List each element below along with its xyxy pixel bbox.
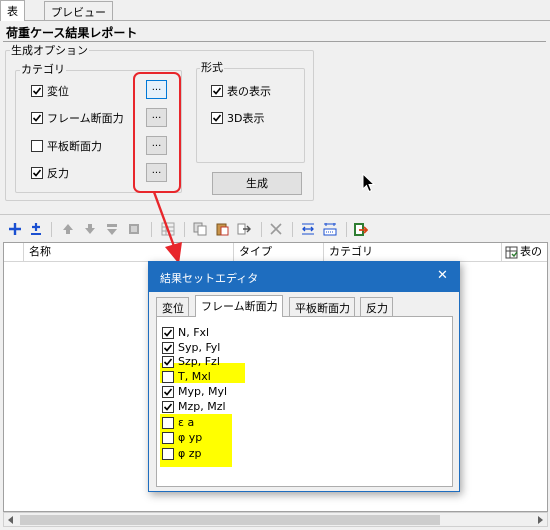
item-syp-fyl-checkbox[interactable]: Syp, Fyl [162, 341, 220, 354]
row-header-cell [4, 243, 24, 262]
column-header-name[interactable]: 名称 [24, 243, 234, 262]
toolbar-separator [346, 222, 347, 237]
category-frame-force-checkbox[interactable]: フレーム断面力 [31, 110, 124, 126]
section-divider [0, 214, 550, 215]
close-icon[interactable]: ✕ [437, 268, 448, 283]
row-header-column [4, 262, 24, 511]
checkbox-box [31, 140, 43, 152]
checkbox-box [162, 326, 174, 339]
checkbox-label: φ zp [178, 447, 202, 460]
format-table-checkbox[interactable]: 表の表示 [211, 83, 271, 99]
format-legend: 形式 [200, 59, 224, 75]
checkbox-box [31, 85, 43, 97]
checkbox-box [162, 416, 174, 429]
annotation-arrow [152, 191, 182, 264]
dialog-title: 結果セットエディタ [160, 272, 259, 285]
item-n-fxl-checkbox[interactable]: N, Fxl [162, 326, 209, 339]
tab-preview[interactable]: プレビュー [44, 1, 113, 20]
tab-table[interactable]: 表 [0, 0, 25, 21]
toolbar-separator [51, 222, 52, 237]
item-t-mxl-checkbox[interactable]: T, Mxl [162, 370, 211, 383]
dialog-title-bar: 結果セットエディタ ✕ [149, 262, 459, 292]
annotation-highlight-box [133, 72, 181, 193]
insert-icon[interactable] [28, 221, 44, 237]
numbering-icon[interactable] [322, 221, 338, 237]
fit-width-icon[interactable] [300, 221, 316, 237]
toolbar-separator [261, 222, 262, 237]
scroll-right-icon[interactable] [536, 516, 544, 524]
checkbox-box [31, 112, 43, 124]
add-icon[interactable] [7, 221, 23, 237]
item-epsilon-a-checkbox[interactable]: ε a [162, 416, 194, 429]
scrollbar-thumb[interactable] [20, 515, 440, 525]
checkbox-box [162, 385, 174, 398]
column-header-table-display[interactable]: 表の [502, 243, 547, 262]
paste-icon[interactable] [214, 221, 230, 237]
checkbox-label: Szp, Fzl [178, 355, 220, 368]
checkbox-label: 3D表示 [227, 112, 265, 125]
checkbox-box [162, 355, 174, 368]
copy-icon[interactable] [192, 221, 208, 237]
tab-divider [0, 20, 550, 21]
checkbox-box [162, 370, 174, 383]
checkbox-label: ε a [178, 416, 195, 429]
result-set-editor-dialog: 結果セットエディタ ✕ 変位 フレーム断面力 平板断面力 反力 N, Fxl S… [148, 261, 460, 492]
checkbox-box [162, 400, 174, 413]
dialog-tab-plate-force[interactable]: 平板断面力 [289, 297, 355, 316]
category-plate-force-checkbox[interactable]: 平板断面力 [31, 138, 102, 154]
checkbox-label: T, Mxl [178, 370, 211, 383]
checkbox-box [211, 85, 223, 97]
checkbox-box [31, 167, 43, 179]
format-3d-checkbox[interactable]: 3D表示 [211, 110, 264, 126]
move-down-icon[interactable] [82, 221, 98, 237]
checkbox-label: フレーム断面力 [47, 112, 124, 125]
generation-options-legend: 生成オプション [10, 42, 89, 58]
frame-force-item-panel: N, Fxl Syp, Fyl Szp, Fzl T, Mxl Myp, Myl… [156, 316, 453, 487]
category-legend: カテゴリ [20, 61, 66, 77]
list-icon[interactable] [126, 221, 142, 237]
checkbox-box [162, 447, 174, 460]
dialog-tab-frame-force[interactable]: フレーム断面力 [195, 295, 283, 317]
checkbox-box [162, 431, 174, 444]
item-phi-zp-checkbox[interactable]: φ zp [162, 447, 202, 460]
move-bottom-icon[interactable] [104, 221, 120, 237]
checkbox-label: Mzp, Mzl [178, 400, 226, 413]
item-myp-myl-checkbox[interactable]: Myp, Myl [162, 385, 227, 398]
checkbox-box [162, 341, 174, 354]
delete-icon[interactable] [268, 221, 284, 237]
dialog-tab-reaction[interactable]: 反力 [360, 297, 393, 316]
category-reaction-checkbox[interactable]: 反力 [31, 165, 69, 181]
move-up-icon[interactable] [60, 221, 76, 237]
item-mzp-mzl-checkbox[interactable]: Mzp, Mzl [162, 400, 226, 413]
report-title: 荷重ケース結果レポート [6, 26, 138, 40]
toolbar-separator [292, 222, 293, 237]
table-toolbar [0, 218, 550, 242]
report-export-icon[interactable] [352, 221, 368, 237]
checkbox-label: Myp, Myl [178, 385, 228, 398]
checkbox-label: 平板断面力 [47, 140, 102, 153]
horizontal-scrollbar[interactable] [3, 512, 548, 527]
column-header-label: 表の [520, 245, 542, 258]
checkbox-label: Syp, Fyl [178, 341, 221, 354]
checkbox-label: φ yp [178, 431, 203, 444]
column-header-type[interactable]: タイプ [234, 243, 324, 262]
checkbox-label: 表の表示 [227, 85, 271, 98]
column-header-category[interactable]: カテゴリ [324, 243, 502, 262]
checkbox-label: 反力 [47, 167, 69, 180]
dialog-tab-displacement[interactable]: 変位 [156, 297, 189, 316]
category-displacement-checkbox[interactable]: 変位 [31, 83, 69, 99]
checkbox-label: 変位 [47, 85, 69, 98]
checkbox-label: N, Fxl [178, 326, 210, 339]
export-icon[interactable] [236, 221, 252, 237]
mouse-cursor-icon [362, 173, 375, 193]
scroll-left-icon[interactable] [7, 516, 15, 524]
generate-button[interactable]: 生成 [212, 172, 302, 195]
table-settings-icon [505, 246, 518, 258]
checkbox-box [211, 112, 223, 124]
item-szp-fzl-checkbox[interactable]: Szp, Fzl [162, 355, 220, 368]
item-phi-yp-checkbox[interactable]: φ yp [162, 431, 202, 444]
